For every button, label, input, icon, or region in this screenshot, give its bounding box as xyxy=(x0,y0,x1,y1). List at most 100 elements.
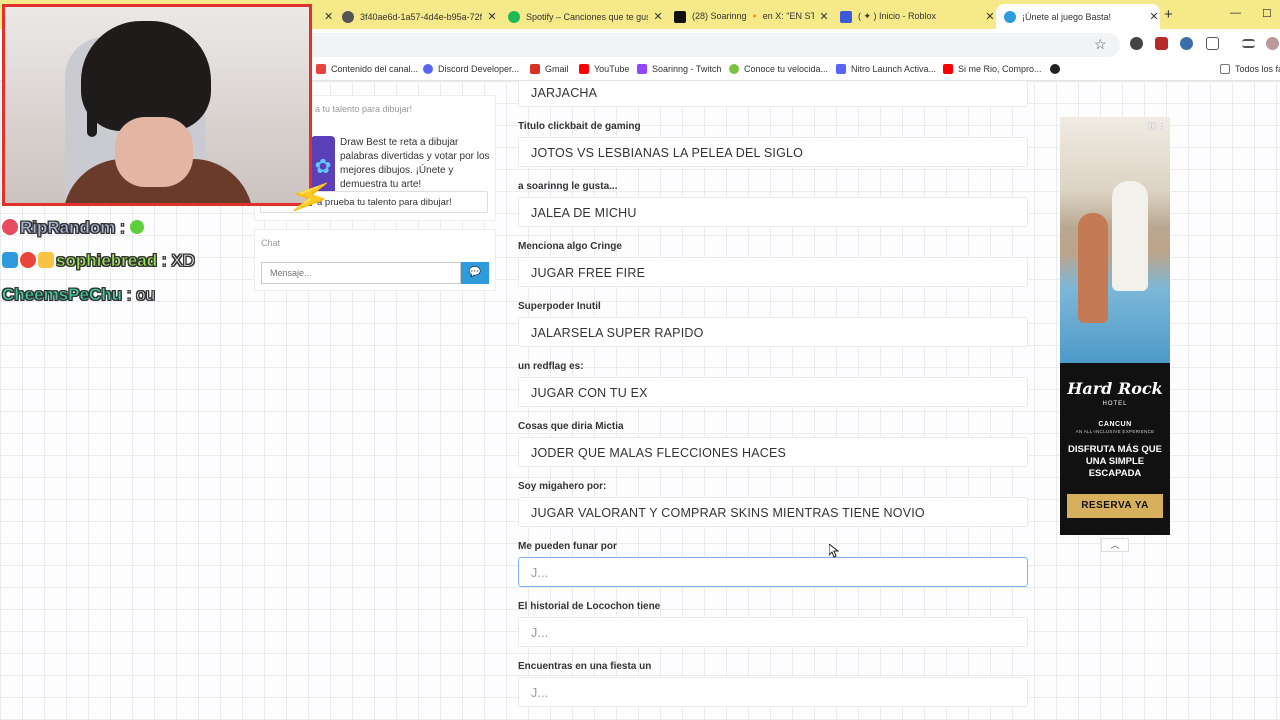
answer-field[interactable]: JUGAR CON TU EX xyxy=(518,377,1028,407)
bookmark-item[interactable]: Gmail xyxy=(530,64,569,74)
chat-text: : XD xyxy=(157,251,196,271)
tab-title: 3f40ae6d-1a57-4d4e-b95a-72f xyxy=(360,11,482,22)
answer-field-focused[interactable]: J... xyxy=(518,557,1028,587)
bookmark-star-icon[interactable]: ☆ xyxy=(1094,36,1107,53)
category-label: Me pueden funar por xyxy=(518,541,617,552)
bookmark-item[interactable]: Nitro Launch Activa... xyxy=(836,64,936,74)
ad-panel: Hard Rock HOTEL CANCUN AN ALL-INCLUSIVE … xyxy=(1060,363,1170,535)
bookmark-label: Soarinng - Twitch xyxy=(652,64,722,74)
close-icon[interactable]: ✕ xyxy=(1148,10,1160,23)
youtube-icon xyxy=(943,64,953,74)
x-logo-icon xyxy=(674,10,686,23)
emote-icon xyxy=(129,220,144,234)
close-icon[interactable]: ✕ xyxy=(486,10,498,23)
ad-info-icon[interactable]: ⓘ ⋮ xyxy=(1148,121,1166,132)
new-tab-button[interactable]: + xyxy=(1164,6,1173,23)
close-icon[interactable]: ✕ xyxy=(984,10,996,23)
advertisement[interactable]: ⓘ ⋮ Hard Rock HOTEL CANCUN AN ALL-INCLUS… xyxy=(1060,117,1170,535)
stream-chat-message: sophiebread : XD xyxy=(2,251,195,271)
tab-title: Spotify – Canciones que te gust xyxy=(526,11,648,22)
extension-icon[interactable] xyxy=(1180,37,1193,50)
promo-header: a tu talento para dibujar! xyxy=(315,104,413,114)
bookmark-item[interactable]: Si me Rio, Compro... xyxy=(943,64,1042,74)
category-label: El historial de Locochon tiene xyxy=(518,601,661,612)
bookmark-item[interactable]: Contenido del canal... xyxy=(316,64,418,74)
nitro-icon xyxy=(836,64,846,74)
bookmarks-folder[interactable]: Todos los fa xyxy=(1220,64,1280,74)
tab-spotify[interactable]: Spotify – Canciones que te gust ✕ xyxy=(500,4,664,29)
badge-icon xyxy=(2,219,18,235)
category-label: a soarinng le gusta... xyxy=(518,181,618,192)
answer-field[interactable]: JUGAR VALORANT Y COMPRAR SKINS MIENTRAS … xyxy=(518,497,1028,527)
gmail-icon xyxy=(530,64,540,74)
bookmark-label: Nitro Launch Activa... xyxy=(851,64,937,74)
category-label: Titulo clickbait de gaming xyxy=(518,121,641,132)
extension-icon[interactable] xyxy=(1130,37,1143,50)
puzzle-icon[interactable] xyxy=(1206,37,1219,50)
tab-title: ¡Únete al juego Basta! xyxy=(1022,11,1112,22)
headphones-icon xyxy=(87,97,97,137)
category-label: Superpoder Inutil xyxy=(518,301,601,312)
chat-username: CheemsPeChu xyxy=(2,285,123,305)
bookmark-label: Todos los fa xyxy=(1235,64,1280,74)
category-label: un redflag es: xyxy=(518,361,584,372)
extension-icon[interactable] xyxy=(1155,37,1168,50)
ad-cta-button[interactable]: RESERVA YA xyxy=(1067,494,1163,518)
answer-field[interactable]: J... xyxy=(518,617,1028,647)
maximize-icon[interactable]: ☐ xyxy=(1262,7,1272,20)
answer-field[interactable]: JALARSELA SUPER RAPIDO xyxy=(518,317,1028,347)
chat-text: : xyxy=(115,218,130,238)
tab-basta[interactable]: ¡Únete al juego Basta! ✕ xyxy=(996,4,1160,29)
answer-field[interactable]: J... xyxy=(518,677,1028,707)
bookmark-label: YouTube xyxy=(594,64,630,74)
bookmark-item[interactable]: Discord Developer... xyxy=(423,64,519,74)
bookmark-item[interactable] xyxy=(1050,64,1065,74)
answer-field[interactable]: JARJACHA xyxy=(518,81,1028,107)
bookmark-label: Si me Rio, Compro... xyxy=(958,64,1042,74)
cam-face xyxy=(115,117,193,187)
answer-field[interactable]: JUGAR FREE FIRE xyxy=(518,257,1028,287)
bookmark-label: Discord Developer... xyxy=(438,64,520,74)
menu-lines-icon[interactable] xyxy=(1242,39,1255,48)
close-icon[interactable]: ✕ xyxy=(324,10,333,23)
address-bar[interactable] xyxy=(300,33,1120,57)
chat-input[interactable] xyxy=(261,262,461,284)
ad-city: CANCUN xyxy=(1098,421,1132,428)
chat-label: Chat xyxy=(261,238,281,248)
bookmark-item[interactable]: Soarinng - Twitch xyxy=(637,64,721,74)
ad-hotel: HOTEL xyxy=(1102,401,1128,407)
avatar[interactable] xyxy=(1266,37,1279,50)
answer-field[interactable]: JALEA DE MICHU xyxy=(518,197,1028,227)
answer-field[interactable]: JOTOS VS LESBIANAS LA PELEA DEL SIGLO xyxy=(518,137,1028,167)
globe-icon xyxy=(342,10,354,23)
chat-bubble-icon: 💬 xyxy=(468,267,482,278)
tab-uuid[interactable]: 3f40ae6d-1a57-4d4e-b95a-72f ✕ xyxy=(334,4,498,29)
globe-icon xyxy=(1004,10,1016,23)
google-icon xyxy=(316,64,326,74)
ad-tagline: AN ALL-INCLUSIVE EXPERIENCE xyxy=(1075,429,1155,434)
stream-chat-message: RipRandom : xyxy=(2,218,144,238)
folder-icon xyxy=(1220,64,1230,74)
category-label: Menciona algo Cringe xyxy=(518,241,622,252)
tab-x[interactable]: (28) Soarinng 🔸 en X: "EN STR ✕ xyxy=(666,4,830,29)
chevron-up-icon[interactable]: ︿ xyxy=(1101,538,1129,552)
tab-title: ( ✦ ) Inicio - Roblox xyxy=(858,11,937,21)
answer-field[interactable]: JODER QUE MALAS FLECCIONES HACES xyxy=(518,437,1028,467)
send-button[interactable]: 💬 xyxy=(461,262,489,284)
stream-chat-message: CheemsPeChu : ou xyxy=(2,285,156,305)
badge-icon xyxy=(38,252,54,268)
ad-claim: DISFRUTA MÁS QUE UNA SIMPLE ESCAPADA xyxy=(1068,444,1162,479)
bookmark-item[interactable]: Conoce tu velocida... xyxy=(729,64,828,74)
tab-title: (28) Soarinng 🔸 en X: "EN STR xyxy=(692,11,814,21)
ad-photo: ⓘ ⋮ xyxy=(1060,117,1170,363)
speedtest-icon xyxy=(729,64,739,74)
chat-username: sophiebread xyxy=(56,251,158,271)
bookmark-item[interactable]: YouTube xyxy=(579,64,629,74)
youtube-icon xyxy=(579,64,589,74)
tab-roblox[interactable]: ( ✦ ) Inicio - Roblox ✕ xyxy=(832,4,996,29)
close-icon[interactable]: ✕ xyxy=(818,10,830,23)
badge-icon xyxy=(2,252,18,268)
close-icon[interactable]: ✕ xyxy=(652,10,664,23)
tab-close-partial[interactable]: ✕ xyxy=(312,4,333,29)
minimize-icon[interactable]: — xyxy=(1230,7,1241,19)
